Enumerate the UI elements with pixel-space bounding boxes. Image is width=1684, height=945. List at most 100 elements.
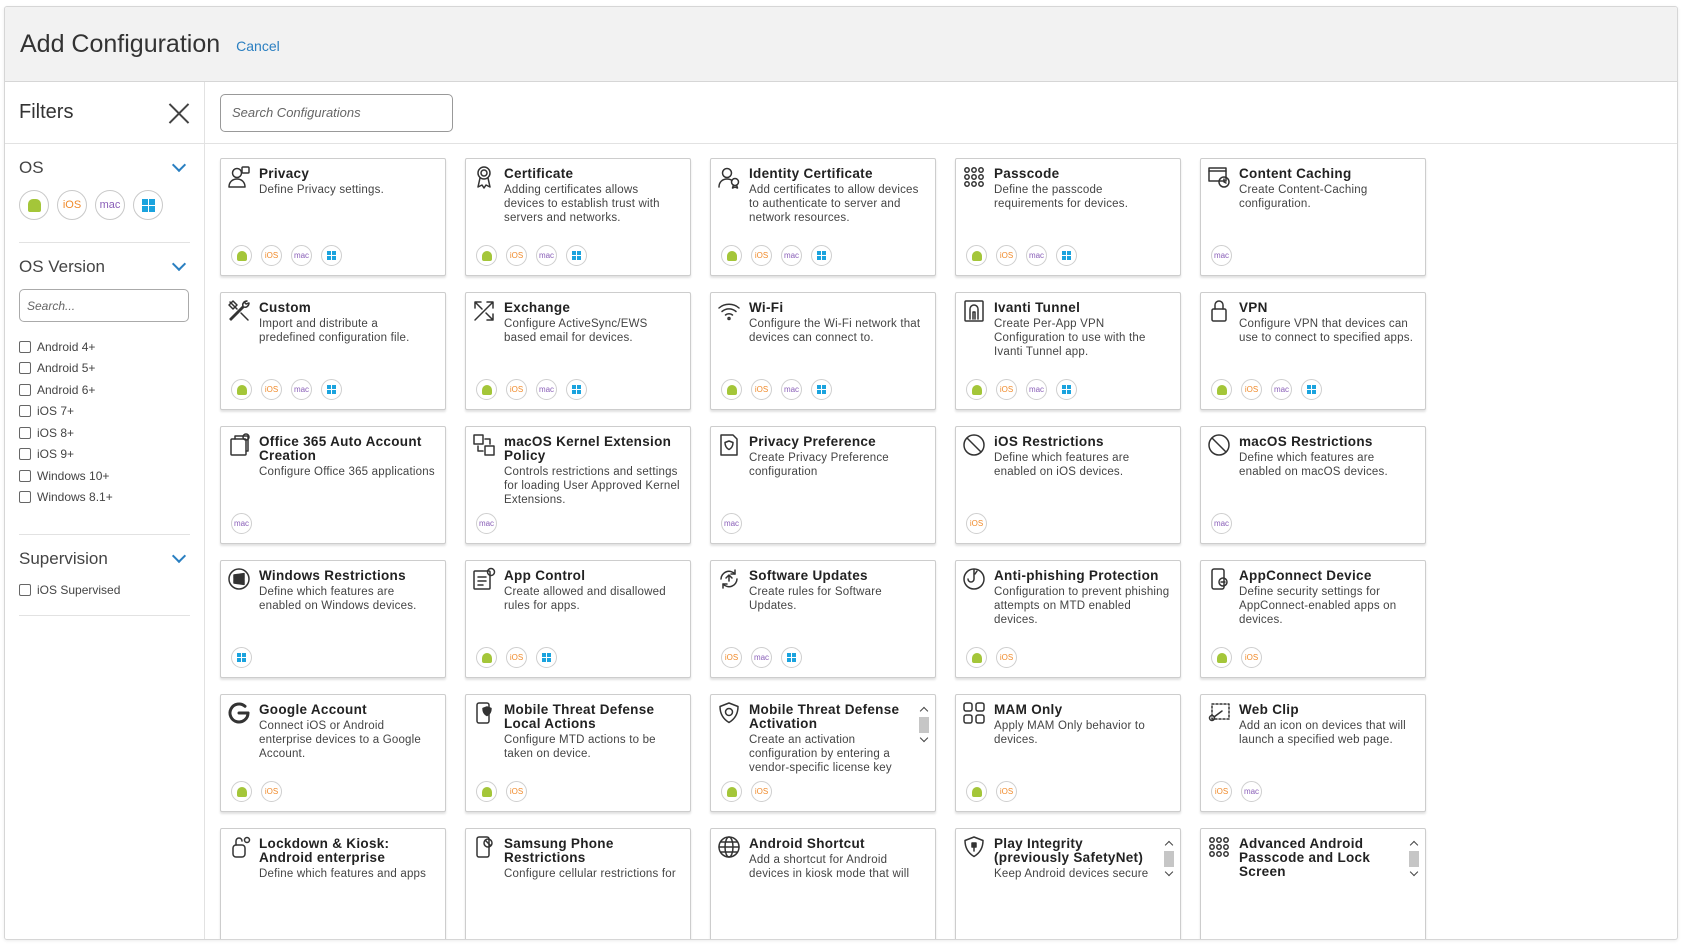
- close-filters-icon[interactable]: [168, 102, 190, 124]
- config-card[interactable]: Wi-Fi Configure the Wi-Fi network that de…: [710, 292, 936, 410]
- config-card[interactable]: Anti-phishing Protection Configuration to…: [955, 560, 1181, 678]
- filters-header: Filters: [5, 82, 204, 144]
- config-description: Define which features and apps: [259, 868, 427, 880]
- config-card[interactable]: Certificate Adding certificates allows de…: [465, 158, 691, 276]
- platform-windows-icon: [321, 245, 342, 266]
- scroll-down-icon[interactable]: [1164, 869, 1174, 879]
- config-card[interactable]: Custom Import and distribute a predefined…: [220, 292, 446, 410]
- config-card[interactable]: Privacy Preference Create Privacy Prefere…: [710, 426, 936, 544]
- scroll-thumb[interactable]: [1409, 851, 1419, 867]
- config-card[interactable]: Samsung Phone Restrictions Configure cell…: [465, 828, 691, 939]
- android-icon: [971, 652, 982, 663]
- os-version-checkbox[interactable]: [19, 340, 31, 353]
- os-version-option[interactable]: Android 6+: [19, 379, 190, 401]
- config-card[interactable]: Advanced Android Passcode and Lock Scree…: [1200, 828, 1426, 939]
- os-version-option[interactable]: Windows 8.1+: [19, 487, 190, 509]
- config-card[interactable]: Identity Certificate Add certificates to …: [710, 158, 936, 276]
- config-card[interactable]: Office 365 Auto Account Creation Configur…: [220, 426, 446, 544]
- platform-android-icon: [476, 647, 497, 668]
- config-card[interactable]: Android Shortcut Add a shortcut for Andro…: [710, 828, 936, 939]
- config-title: macOS Restrictions: [1239, 434, 1373, 449]
- config-card[interactable]: Windows Restrictions Define which feature…: [220, 560, 446, 678]
- os-version-option[interactable]: Android 4+: [19, 336, 190, 358]
- platform-ios-icon: iOS: [506, 245, 527, 266]
- config-card[interactable]: Mobile Threat Defense Local Actions Confi…: [465, 694, 691, 812]
- config-card[interactable]: AppConnect Device Define security setting…: [1200, 560, 1426, 678]
- supervision-checkbox[interactable]: [19, 583, 31, 596]
- config-card[interactable]: Web Clip Add an icon on devices that will…: [1200, 694, 1426, 812]
- chevron-down-icon[interactable]: [171, 256, 187, 272]
- scroll-up-icon[interactable]: [1164, 839, 1174, 849]
- config-card[interactable]: Passcode Define the passcode requirements…: [955, 158, 1181, 276]
- config-card[interactable]: Software Updates Create rules for Softwar…: [710, 560, 936, 678]
- config-card[interactable]: Lockdown & Kiosk: Android enterprise Defi…: [220, 828, 446, 939]
- config-card[interactable]: Google Account Connect iOS or Android ent…: [220, 694, 446, 812]
- scroll-up-icon[interactable]: [919, 705, 929, 715]
- os-version-checkbox[interactable]: [19, 448, 31, 461]
- windows-icon: [1307, 385, 1316, 394]
- os-version-option-label: iOS 7+: [37, 404, 75, 419]
- card-scrollbar[interactable]: [919, 705, 929, 775]
- chevron-down-icon[interactable]: [171, 157, 187, 173]
- config-description: Add certificates to allow devices to aut…: [749, 184, 919, 224]
- platform-android-icon: [1211, 379, 1232, 400]
- os-version-option[interactable]: iOS 8+: [19, 422, 190, 444]
- search-configurations-input[interactable]: [220, 93, 453, 132]
- os-version-checkbox[interactable]: [19, 405, 31, 418]
- os-version-checkbox[interactable]: [19, 491, 31, 504]
- chevron-down-icon[interactable]: [171, 548, 187, 564]
- os-version-search-input[interactable]: [19, 289, 189, 322]
- config-card[interactable]: macOS Kernel Extension Policy Controls re…: [465, 426, 691, 544]
- card-scrollbar[interactable]: [1164, 839, 1174, 909]
- mtd-shield-icon: [717, 701, 741, 725]
- config-card[interactable]: iOS Restrictions Define which features ar…: [955, 426, 1181, 544]
- mac-restriction-icon: [1207, 433, 1231, 457]
- os-filter-windows-icon[interactable]: [133, 190, 163, 220]
- supervision-checklist: iOS Supervised: [19, 579, 190, 616]
- scroll-down-icon[interactable]: [919, 735, 929, 745]
- os-version-option-label: iOS 9+: [37, 447, 75, 462]
- os-filter-android-icon[interactable]: [19, 190, 49, 220]
- app-control-icon: [472, 567, 496, 591]
- os-version-option[interactable]: Android 5+: [19, 358, 190, 380]
- config-description: Adding certificates allows devices to es…: [504, 184, 660, 224]
- os-version-option[interactable]: iOS 9+: [19, 444, 190, 466]
- config-card[interactable]: Content Caching Create Content-Caching co…: [1200, 158, 1426, 276]
- config-description: Create rules for Software Updates.: [749, 586, 882, 612]
- config-card[interactable]: App Control Create allowed and disallowed…: [465, 560, 691, 678]
- scroll-thumb[interactable]: [1164, 851, 1174, 867]
- os-filter-ios-icon[interactable]: iOS: [57, 190, 87, 220]
- scroll-thumb[interactable]: [919, 717, 929, 733]
- config-card[interactable]: Ivanti Tunnel Create Per-App VPN Configur…: [955, 292, 1181, 410]
- config-description: Connect iOS or Android enterprise device…: [259, 720, 421, 760]
- config-card[interactable]: macOS Restrictions Define which features …: [1200, 426, 1426, 544]
- os-version-option[interactable]: Windows 10+: [19, 465, 190, 487]
- platform-mac-icon: mac: [1026, 245, 1047, 266]
- scroll-down-icon[interactable]: [1409, 869, 1419, 879]
- os-version-checkbox[interactable]: [19, 383, 31, 396]
- config-card[interactable]: Play Integrity (previously SafetyNet) Kee…: [955, 828, 1181, 939]
- cancel-link[interactable]: Cancel: [236, 38, 280, 54]
- config-card[interactable]: Privacy Define Privacy settings. iOS mac: [220, 158, 446, 276]
- config-card[interactable]: VPN Configure VPN that devices can use to…: [1200, 292, 1426, 410]
- os-version-checkbox[interactable]: [19, 426, 31, 439]
- config-description: Create Privacy Preference configuration: [749, 452, 889, 478]
- windows-icon: [572, 385, 581, 394]
- card-scrollbar[interactable]: [1409, 839, 1419, 909]
- config-description: Define which features are enabled on mac…: [1239, 452, 1388, 478]
- os-version-option-label: Windows 8.1+: [37, 490, 113, 505]
- platform-badges: mac: [721, 513, 742, 534]
- config-card[interactable]: Exchange Configure ActiveSync/EWS based e…: [465, 292, 691, 410]
- os-version-checkbox[interactable]: [19, 469, 31, 482]
- config-card[interactable]: MAM Only Apply MAM Only behavior to devic…: [955, 694, 1181, 812]
- config-card[interactable]: Mobile Threat Defense Activation Create a…: [710, 694, 936, 812]
- supervision-option[interactable]: iOS Supervised: [19, 579, 190, 601]
- os-version-option[interactable]: iOS 7+: [19, 401, 190, 423]
- os-version-checkbox[interactable]: [19, 362, 31, 375]
- os-filter-mac-icon[interactable]: mac: [95, 190, 125, 220]
- platform-windows-icon: [1301, 379, 1322, 400]
- platform-windows-icon: [536, 647, 557, 668]
- platform-android-icon: [476, 245, 497, 266]
- platform-ios-icon: iOS: [506, 647, 527, 668]
- scroll-up-icon[interactable]: [1409, 839, 1419, 849]
